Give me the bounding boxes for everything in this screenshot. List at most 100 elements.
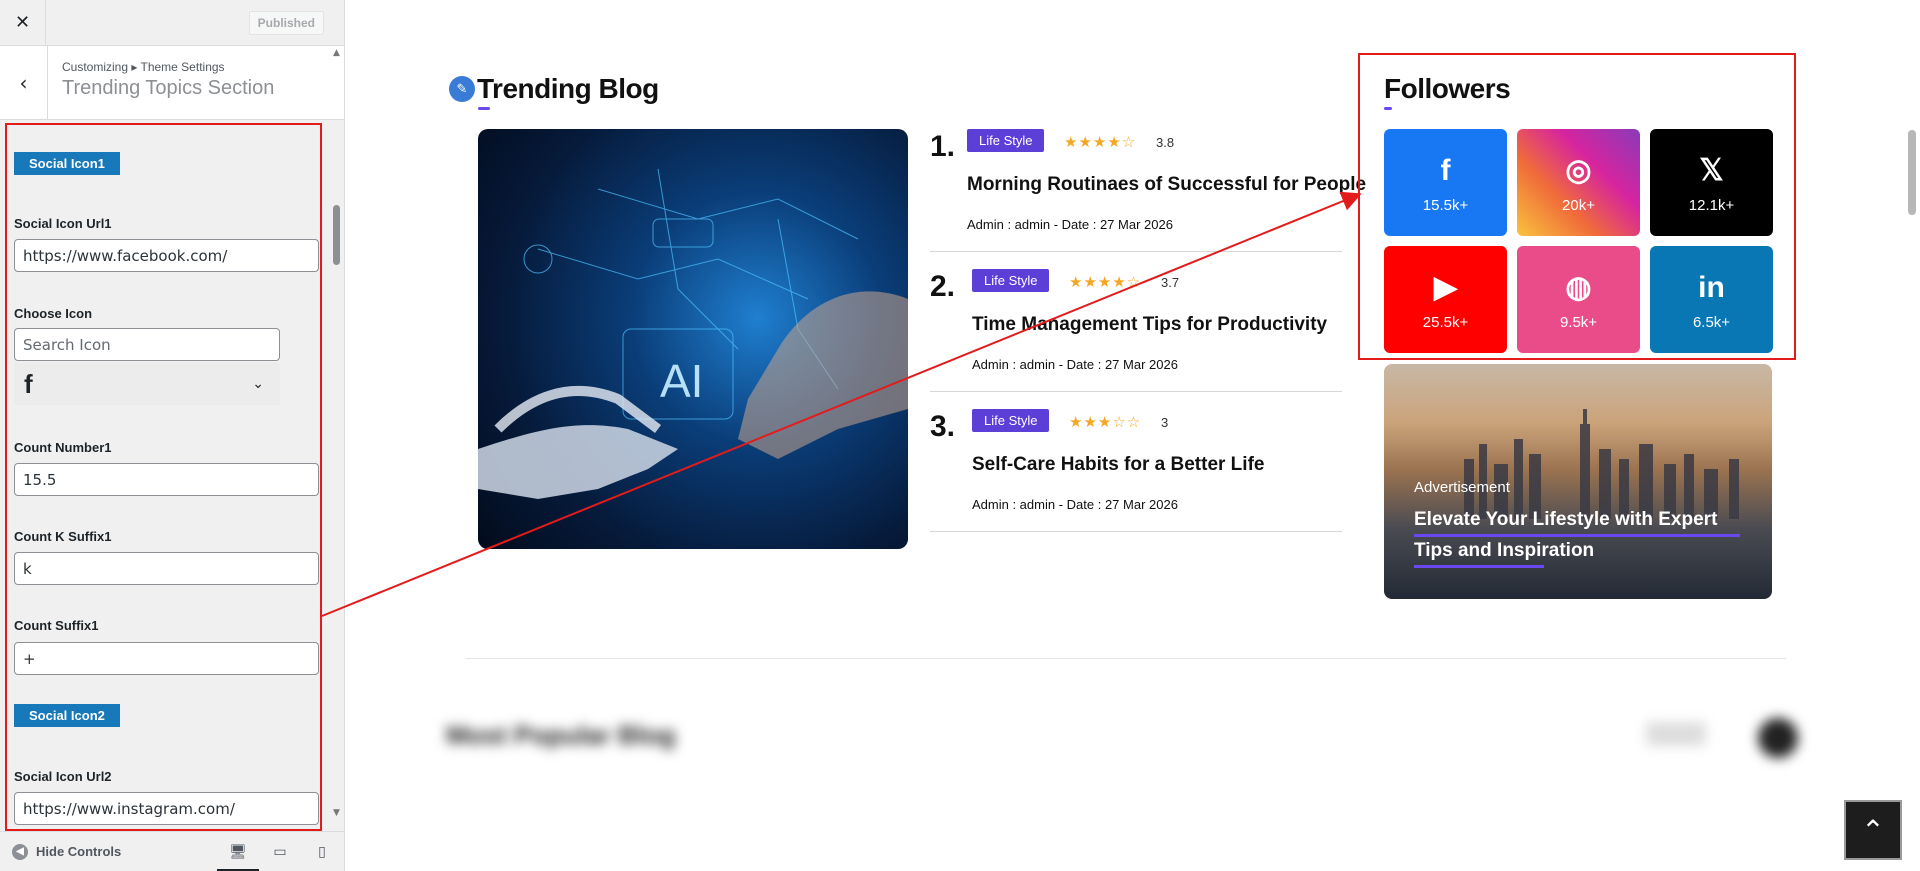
popular-blog-heading: Most Popular Blog: [446, 720, 676, 750]
facebook-icon: f: [1440, 154, 1451, 187]
desktop-preview-button[interactable]: 🖥: [217, 832, 259, 871]
close-icon: ✕: [14, 12, 31, 33]
youtube-icon: ▶: [1433, 271, 1458, 304]
rating-stars-icon: ★★★★☆: [1064, 133, 1137, 151]
count-number-label: Count Number1: [14, 440, 112, 455]
back-button[interactable]: ‹: [0, 46, 48, 119]
rating-value: 3: [1161, 415, 1169, 430]
customizer-sidebar: ✕ Published ‹ Customizing ▸ Theme Settin…: [0, 0, 345, 871]
tablet-preview-button[interactable]: ▭: [269, 832, 291, 871]
post-number: 2.: [930, 270, 956, 303]
featured-post-image[interactable]: AI: [478, 129, 908, 549]
social-icons-panel: Social Icon1 Social Icon Url1 https://ww…: [5, 123, 322, 831]
icon-select-dropdown[interactable]: f ⌄: [14, 363, 280, 405]
linkedin-follow-card[interactable]: in 6.5k+: [1650, 246, 1773, 353]
post-item-2[interactable]: 2. Life Style ★★★★☆ 3.7 Time Management …: [930, 269, 1344, 393]
rating-value: 3.8: [1156, 135, 1175, 150]
post-item-1[interactable]: 1. Life Style ★★★★☆ 3.8 Morning Routinae…: [930, 129, 1366, 253]
url2-label: Social Icon Url2: [14, 769, 112, 784]
facebook-follow-card[interactable]: f 15.5k+: [1384, 129, 1507, 236]
desktop-icon: 🖥: [229, 844, 247, 860]
ad-underline: [1414, 534, 1740, 537]
published-button[interactable]: Published: [248, 11, 324, 35]
x-follow-card[interactable]: 𝕏 12.1k+: [1650, 129, 1773, 236]
url1-label: Social Icon Url1: [14, 216, 112, 231]
post-title[interactable]: Self-Care Habits for a Better Life: [972, 454, 1264, 476]
section-title: Trending Topics Section: [62, 77, 275, 99]
instagram-icon: ◎: [1565, 154, 1592, 187]
post-title[interactable]: Time Management Tips for Productivity: [972, 314, 1327, 336]
mobile-icon: ▯: [318, 844, 326, 860]
scroll-up-arrow-icon[interactable]: ▲: [333, 48, 340, 58]
category-tag[interactable]: Life Style: [972, 269, 1050, 292]
x-count: 12.1k+: [1688, 197, 1735, 214]
double-chevron-up-icon: ⌃: [1861, 813, 1885, 847]
rating-stars-icon: ★★★★☆: [1069, 273, 1142, 291]
count-suffix-label: Count Suffix1: [14, 618, 99, 633]
customizer-footer: ◀ Hide Controls 🖥 ▭ ▯: [0, 831, 345, 871]
tablet-icon: ▭: [273, 844, 287, 860]
advertisement-banner[interactable]: Advertisement Elevate Your Lifestyle wit…: [1384, 364, 1772, 599]
scroll-down-arrow-icon[interactable]: ▼: [333, 808, 340, 818]
social-icon1-tag: Social Icon1: [14, 152, 120, 175]
chevron-left-icon: ‹: [19, 70, 28, 95]
popular-blog-nav-next[interactable]: [1758, 718, 1798, 758]
rating-stars-icon: ★★★☆☆: [1069, 413, 1142, 431]
post-meta: Admin : admin - Date : 27 Mar 2026: [967, 217, 1173, 232]
category-tag[interactable]: Life Style: [967, 129, 1045, 152]
rating-value: 3.7: [1161, 275, 1180, 290]
dribbble-follow-card[interactable]: ◍ 9.5k+: [1517, 246, 1640, 353]
linkedin-icon: in: [1698, 271, 1725, 304]
svg-text:AI: AI: [660, 355, 703, 407]
facebook-icon: f: [24, 368, 33, 399]
post-number: 3.: [930, 410, 956, 443]
x-icon: 𝕏: [1699, 154, 1724, 187]
ad-label: Advertisement: [1414, 479, 1510, 496]
trending-blog-heading: ✎ Trending Blog: [449, 73, 659, 105]
count-suffix-input[interactable]: +: [14, 642, 319, 675]
hide-controls-label: Hide Controls: [36, 844, 122, 859]
dribbble-icon: ◍: [1565, 271, 1592, 304]
post-number: 1.: [930, 130, 956, 163]
instagram-count: 20k+: [1562, 197, 1595, 214]
ai-illustration: AI: [478, 168, 908, 499]
dribbble-count: 9.5k+: [1559, 314, 1598, 331]
post-meta: Admin : admin - Date : 27 Mar 2026: [972, 357, 1178, 372]
post-item-3[interactable]: 3. Life Style ★★★☆☆ 3 Self-Care Habits f…: [930, 409, 1344, 533]
social-icon2-tag: Social Icon2: [14, 704, 120, 727]
choose-icon-label: Choose Icon: [14, 306, 93, 321]
pencil-icon[interactable]: ✎: [449, 76, 475, 102]
youtube-count: 25.5k+: [1422, 314, 1469, 331]
title-underline: [478, 107, 490, 110]
collapse-icon: ◀: [12, 843, 28, 860]
instagram-follow-card[interactable]: ◎ 20k+: [1517, 129, 1640, 236]
category-tag[interactable]: Life Style: [972, 409, 1050, 432]
trending-title: Trending Blog: [477, 73, 659, 104]
post-divider: [930, 531, 1342, 532]
section-divider: [466, 658, 1786, 659]
section-header: ‹ Customizing ▸ Theme Settings Trending …: [0, 46, 344, 120]
search-icon-input[interactable]: Search Icon: [14, 328, 280, 361]
back-to-top-button[interactable]: ⌃: [1844, 800, 1902, 860]
customizer-topbar: ✕ Published: [0, 0, 344, 46]
hide-controls-button[interactable]: ◀ Hide Controls: [12, 843, 122, 860]
url2-input[interactable]: https://www.instagram.com/: [14, 792, 319, 825]
linkedin-count: 6.5k+: [1692, 314, 1731, 331]
post-meta: Admin : admin - Date : 27 Mar 2026: [972, 497, 1178, 512]
post-title[interactable]: Morning Routinaes of Successful for Peop…: [967, 174, 1366, 196]
facebook-count: 15.5k+: [1422, 197, 1469, 214]
url1-input[interactable]: https://www.facebook.com/: [14, 239, 319, 272]
count-k-suffix-label: Count K Suffix1: [14, 529, 112, 544]
count-number-input[interactable]: 15.5: [14, 463, 319, 496]
close-customizer-button[interactable]: ✕: [0, 0, 46, 46]
youtube-follow-card[interactable]: ▶ 25.5k+: [1384, 246, 1507, 353]
popular-blog-nav-prev[interactable]: [1646, 722, 1706, 746]
site-preview: ✎ Trending Blog AI 1. Life Style ★★★★☆ 3…: [346, 0, 1920, 871]
preview-scrollbar[interactable]: [1908, 130, 1916, 215]
count-k-suffix-input[interactable]: k: [14, 552, 319, 585]
ad-underline: [1414, 565, 1544, 568]
mobile-preview-button[interactable]: ▯: [311, 832, 333, 871]
sidebar-scrollbar[interactable]: [333, 205, 340, 265]
post-divider: [930, 391, 1342, 392]
breadcrumb: Customizing ▸ Theme Settings: [62, 60, 225, 74]
